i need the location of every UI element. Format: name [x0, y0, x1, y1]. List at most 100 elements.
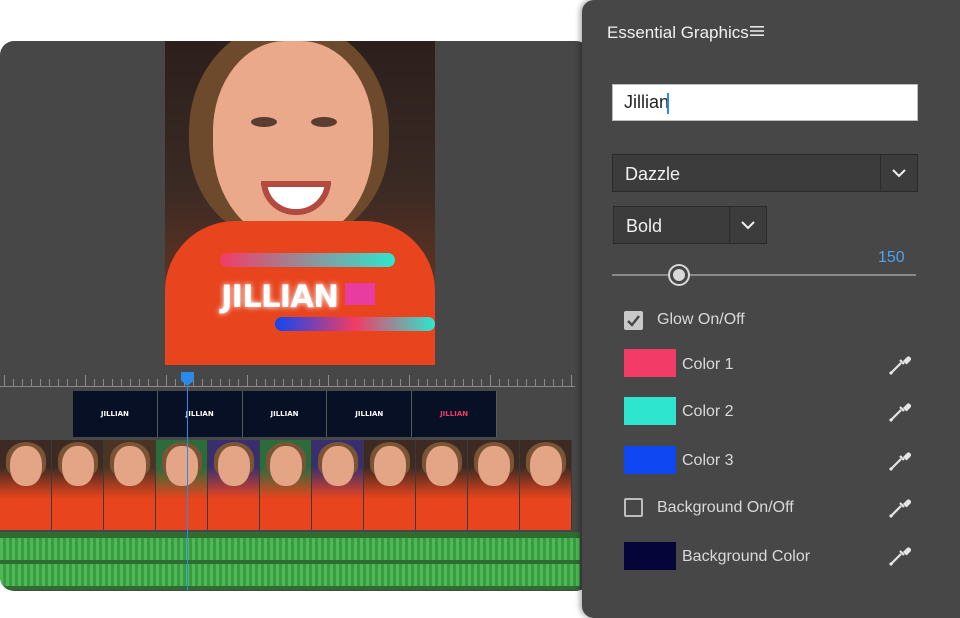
ruler-tick	[67, 379, 68, 386]
title-clip[interactable]: JILLIAN	[242, 391, 328, 437]
ruler-tick	[274, 379, 275, 386]
ruler-tick	[76, 379, 77, 386]
ruler-tick	[472, 379, 473, 386]
eyedropper-icon[interactable]	[887, 447, 913, 473]
ruler-tick	[463, 379, 464, 386]
panel-title: Essential Graphics	[607, 23, 749, 42]
text-caret	[667, 93, 669, 114]
preview-face	[213, 41, 373, 241]
video-track[interactable]	[0, 440, 580, 530]
video-frame-thumbnail	[468, 440, 520, 530]
ruler-tick	[292, 379, 293, 386]
ruler-tick	[535, 379, 536, 386]
left-eye	[251, 117, 277, 127]
ruler-tick	[13, 379, 14, 386]
glow-streak	[275, 317, 435, 331]
video-preview[interactable]: JILLIAN	[165, 41, 435, 365]
size-slider-thumb[interactable]	[669, 266, 688, 284]
ruler-tick	[499, 379, 500, 386]
ruler-tick	[202, 379, 203, 386]
ruler-tick	[112, 379, 113, 386]
right-eye	[311, 117, 337, 127]
ruler-tick	[103, 379, 104, 386]
ruler-tick	[310, 379, 311, 386]
ruler-tick	[355, 379, 356, 386]
ruler-tick	[382, 379, 383, 386]
background-color-label: Background Color	[682, 548, 811, 565]
ruler-tick	[4, 375, 5, 386]
chevron-down-icon[interactable]	[880, 155, 917, 191]
ruler-tick	[319, 379, 320, 386]
eyedropper-icon[interactable]	[887, 494, 913, 520]
timeline-ruler[interactable]	[0, 373, 590, 389]
font-dropdown[interactable]: Dazzle	[612, 154, 918, 192]
ruler-tick	[58, 379, 59, 386]
size-slider-track[interactable]	[612, 274, 916, 276]
ruler-tick	[85, 375, 86, 386]
background-color-swatch[interactable]	[624, 542, 676, 570]
essential-graphics-panel: Essential Graphics Dazzle Bold 150 Glow …	[582, 0, 960, 618]
title-clip[interactable]: JILLIAN	[412, 391, 497, 437]
ruler-tick	[481, 379, 482, 386]
ruler-tick	[418, 379, 419, 386]
title-clip[interactable]: JILLIAN	[327, 391, 413, 437]
video-frame-thumbnail	[104, 440, 156, 530]
ruler-tick	[526, 379, 527, 386]
ruler-tick	[175, 379, 176, 386]
ruler-tick	[247, 375, 248, 386]
video-frame-thumbnail	[312, 440, 364, 530]
glow-checkbox[interactable]	[624, 311, 643, 330]
color-3-label: Color 3	[682, 452, 734, 469]
ruler-tick	[40, 379, 41, 386]
font-weight-dropdown[interactable]: Bold	[613, 206, 767, 244]
ruler-tick	[436, 379, 437, 386]
ruler-tick	[220, 379, 221, 386]
ruler-tick	[337, 379, 338, 386]
preview-title-text: JILLIAN	[221, 279, 339, 315]
title-text-input[interactable]	[612, 84, 918, 121]
color-1-label: Color 1	[682, 356, 734, 373]
video-frame-thumbnail	[416, 440, 468, 530]
ruler-tick	[148, 379, 149, 386]
ruler-tick	[562, 379, 563, 386]
ruler-tick	[553, 379, 554, 386]
ruler-tick	[373, 379, 374, 386]
video-frame-thumbnail	[520, 440, 572, 530]
ruler-tick	[409, 375, 410, 386]
eyedropper-icon[interactable]	[887, 542, 913, 568]
ruler-tick	[139, 379, 140, 386]
video-frame-thumbnail	[52, 440, 104, 530]
hamburger-icon[interactable]	[750, 24, 764, 42]
ruler-tick	[364, 379, 365, 386]
size-value[interactable]: 150	[878, 249, 905, 267]
background-checkbox[interactable]	[624, 498, 643, 517]
ruler-tick	[238, 379, 239, 386]
ruler-tick	[94, 379, 95, 386]
chevron-down-icon[interactable]	[729, 207, 766, 243]
ruler-tick	[157, 379, 158, 386]
eyedropper-icon[interactable]	[887, 351, 913, 377]
audio-waveform	[0, 564, 580, 586]
ruler-tick	[229, 379, 230, 386]
color-2-label: Color 2	[682, 403, 734, 420]
color-3-swatch[interactable]	[624, 446, 676, 474]
audio-track[interactable]	[0, 532, 580, 590]
font-value: Dazzle	[625, 164, 681, 184]
ruler-tick	[31, 379, 32, 386]
title-clip[interactable]: JILLIAN	[73, 391, 158, 437]
ruler-tick	[328, 375, 329, 386]
ruler-tick	[256, 379, 257, 386]
video-frame-thumbnail	[364, 440, 416, 530]
color-1-swatch[interactable]	[624, 349, 676, 377]
title-clip[interactable]: JILLIAN	[157, 391, 243, 437]
video-editor: JILLIAN JILLIAN JILLIAN JILLIAN JILLIAN …	[0, 41, 590, 591]
ruler-tick	[22, 379, 23, 386]
ruler-tick	[283, 379, 284, 386]
ruler-tick	[211, 379, 212, 386]
color-2-swatch[interactable]	[624, 397, 676, 425]
video-frame-thumbnail	[156, 440, 208, 530]
ruler-tick	[346, 379, 347, 386]
ruler-tick	[49, 379, 50, 386]
eyedropper-icon[interactable]	[887, 398, 913, 424]
background-toggle-label: Background On/Off	[657, 499, 794, 516]
